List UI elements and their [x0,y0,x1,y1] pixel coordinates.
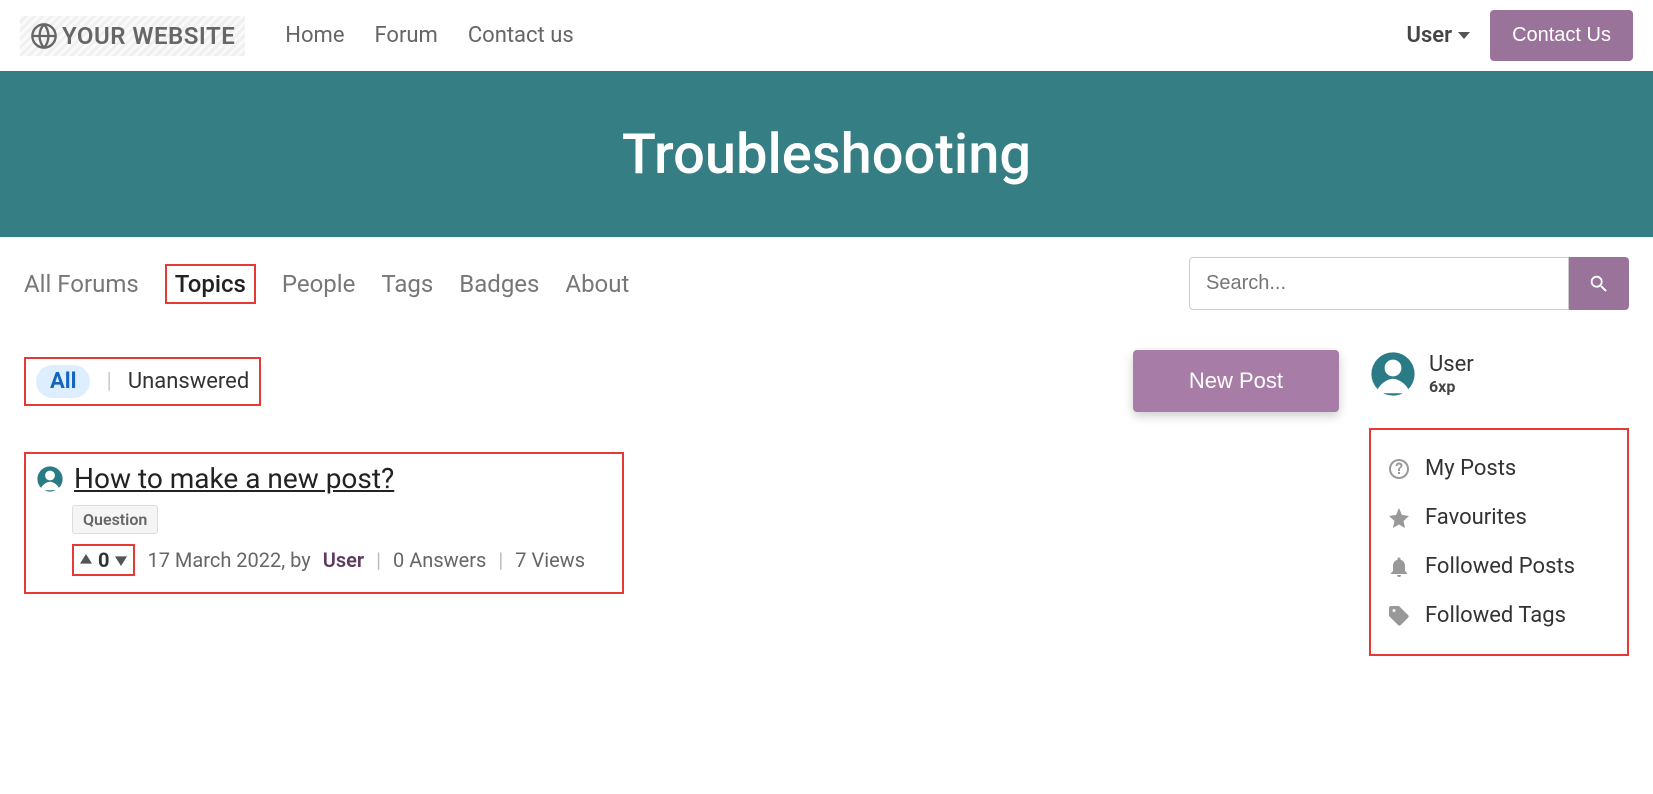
post-title-row: How to make a new post? [36,462,612,495]
subnav-badges[interactable]: Badges [459,270,539,298]
post-title-link[interactable]: How to make a new post? [74,462,394,495]
subnav-links: All Forums Topics People Tags Badges Abo… [24,264,1167,304]
filter-all[interactable]: All [36,365,90,398]
forum-subnav: All Forums Topics People Tags Badges Abo… [0,237,1653,330]
search-icon [1588,273,1610,295]
bell-icon [1387,555,1411,579]
search-button[interactable] [1569,257,1629,310]
subnav-topics[interactable]: Topics [165,264,256,304]
page-banner: Troubleshooting [0,71,1653,237]
post-author[interactable]: User [323,548,364,572]
nav-home[interactable]: Home [285,23,344,48]
avatar-icon [1369,350,1417,398]
logo-text: YOUR WEBSITE [62,22,235,50]
sidebar-user: User 6xp [1369,350,1629,398]
caret-down-icon [1458,32,1470,39]
post-item: How to make a new post? Question 0 17 Ma… [24,452,624,594]
downvote-icon[interactable] [115,554,127,566]
sidebar-followed-tags[interactable]: Followed Tags [1381,591,1617,640]
search [1189,257,1629,310]
sidebar-item-label: Followed Posts [1425,554,1575,579]
user-menu: User Contact Us [1407,10,1633,61]
filters-row: All | Unanswered New Post [24,350,1339,412]
contact-us-button[interactable]: Contact Us [1490,10,1633,61]
vote-count: 0 [98,548,109,572]
username-label: User [1407,23,1453,48]
star-icon [1387,506,1411,530]
logo[interactable]: YOUR WEBSITE [20,16,245,56]
sidebar-xp: 6xp [1429,377,1474,396]
sidebar-item-label: Favourites [1425,505,1527,530]
avatar-icon [36,465,64,493]
sidebar-item-label: My Posts [1425,456,1516,481]
nav-contact[interactable]: Contact us [468,23,574,48]
question-circle-icon [1387,457,1411,481]
topic-filters: All | Unanswered [24,357,261,406]
content-area: All | Unanswered New Post How to make a … [24,350,1339,594]
filter-unanswered[interactable]: Unanswered [128,369,249,394]
sidebar-username[interactable]: User [1429,352,1474,377]
subnav-tags[interactable]: Tags [381,270,433,298]
subnav-all-forums[interactable]: All Forums [24,270,139,298]
post-date: 17 March 2022, by [147,548,310,572]
globe-icon [30,22,58,50]
new-post-button[interactable]: New Post [1133,350,1339,412]
sidebar-followed-posts[interactable]: Followed Posts [1381,542,1617,591]
filter-separator: | [106,369,111,394]
topbar: YOUR WEBSITE Home Forum Contact us User … [0,0,1653,71]
post-tag-question[interactable]: Question [72,505,158,534]
sidebar-my-posts[interactable]: My Posts [1381,444,1617,493]
sidebar-links: My Posts Favourites Followed Posts Follo… [1369,428,1629,656]
page-title: Troubleshooting [0,121,1653,187]
nav-forum[interactable]: Forum [374,23,437,48]
main-layout: All | Unanswered New Post How to make a … [0,330,1653,676]
post-answers: 0 Answers [393,548,486,572]
search-input[interactable] [1189,257,1569,310]
sidebar-item-label: Followed Tags [1425,603,1566,628]
sidebar-favourites[interactable]: Favourites [1381,493,1617,542]
upvote-icon[interactable] [80,554,92,566]
post-meta: 0 17 March 2022, by User | 0 Answers | 7… [72,544,612,576]
top-nav: Home Forum Contact us [285,23,1406,48]
subnav-people[interactable]: People [282,270,355,298]
user-dropdown[interactable]: User [1407,23,1471,48]
vote-box: 0 [72,544,135,576]
tag-icon [1387,604,1411,628]
sidebar: User 6xp My Posts Favourites Followed Po… [1369,350,1629,656]
subnav-about[interactable]: About [565,270,629,298]
post-views: 7 Views [515,548,585,572]
